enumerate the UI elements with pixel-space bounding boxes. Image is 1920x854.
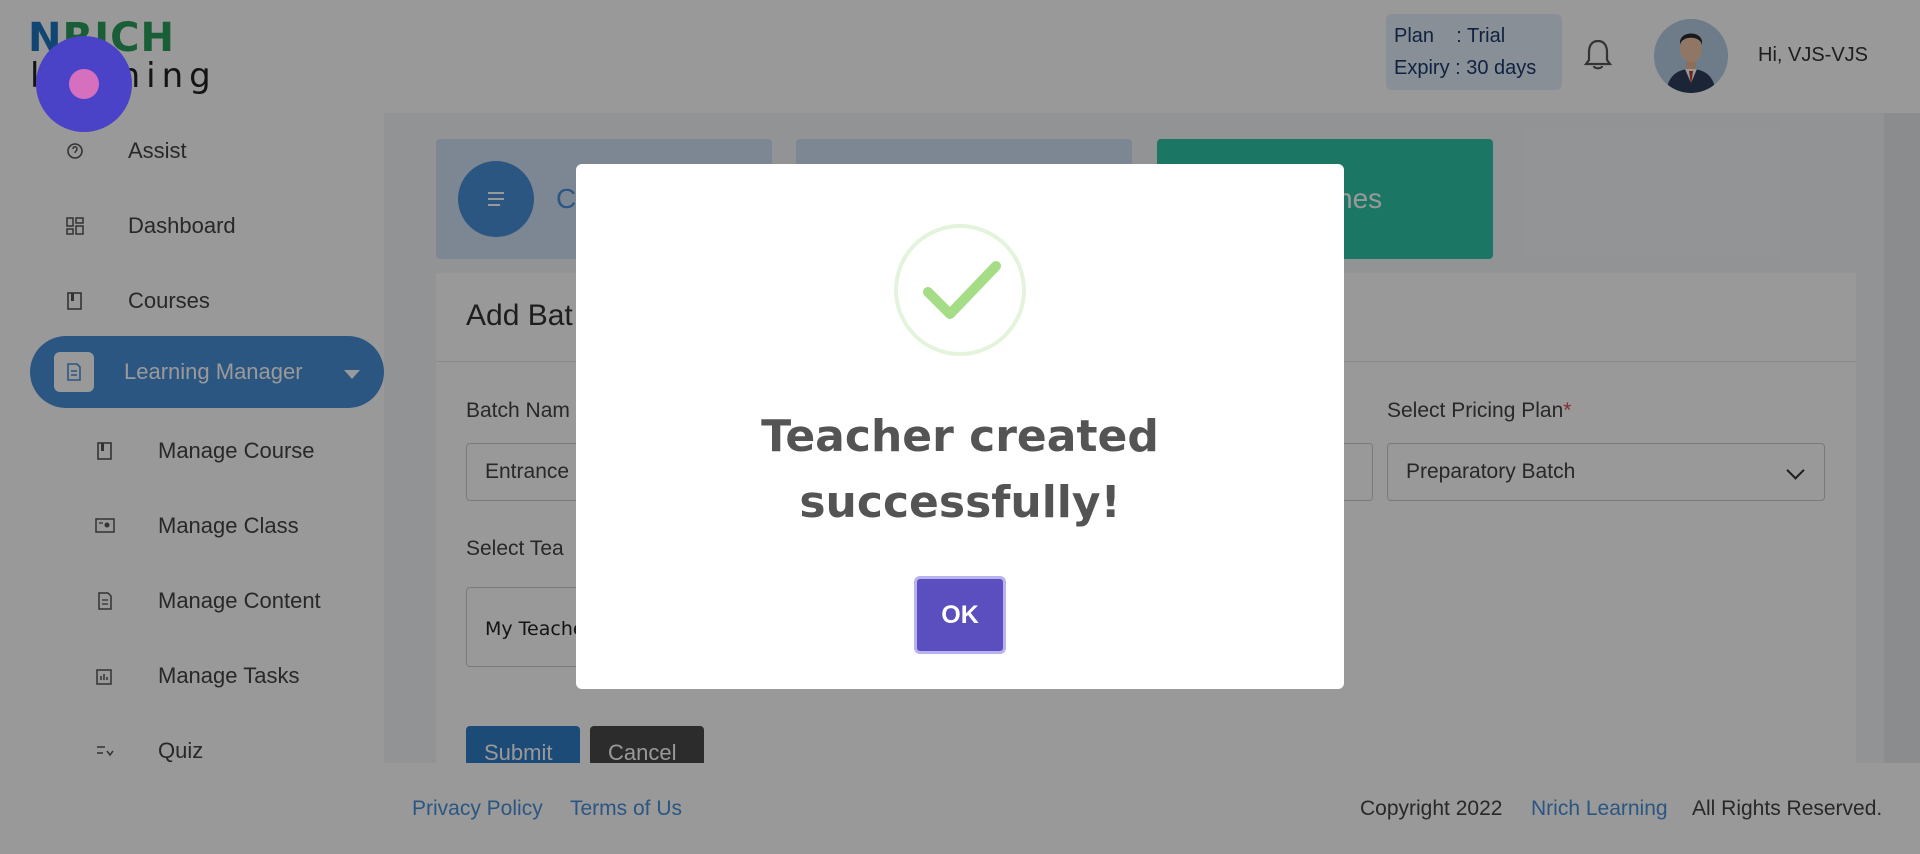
ok-button[interactable]: OK bbox=[914, 576, 1006, 654]
success-dialog: Teacher created successfully! OK bbox=[576, 164, 1344, 689]
dialog-title: Teacher created successfully! bbox=[576, 404, 1344, 536]
dialog-title-line2: successfully! bbox=[799, 477, 1121, 528]
success-check-icon bbox=[894, 224, 1026, 356]
fab-dot bbox=[69, 69, 99, 99]
dialog-title-line1: Teacher created bbox=[761, 411, 1159, 462]
assistant-fab[interactable] bbox=[36, 36, 132, 132]
